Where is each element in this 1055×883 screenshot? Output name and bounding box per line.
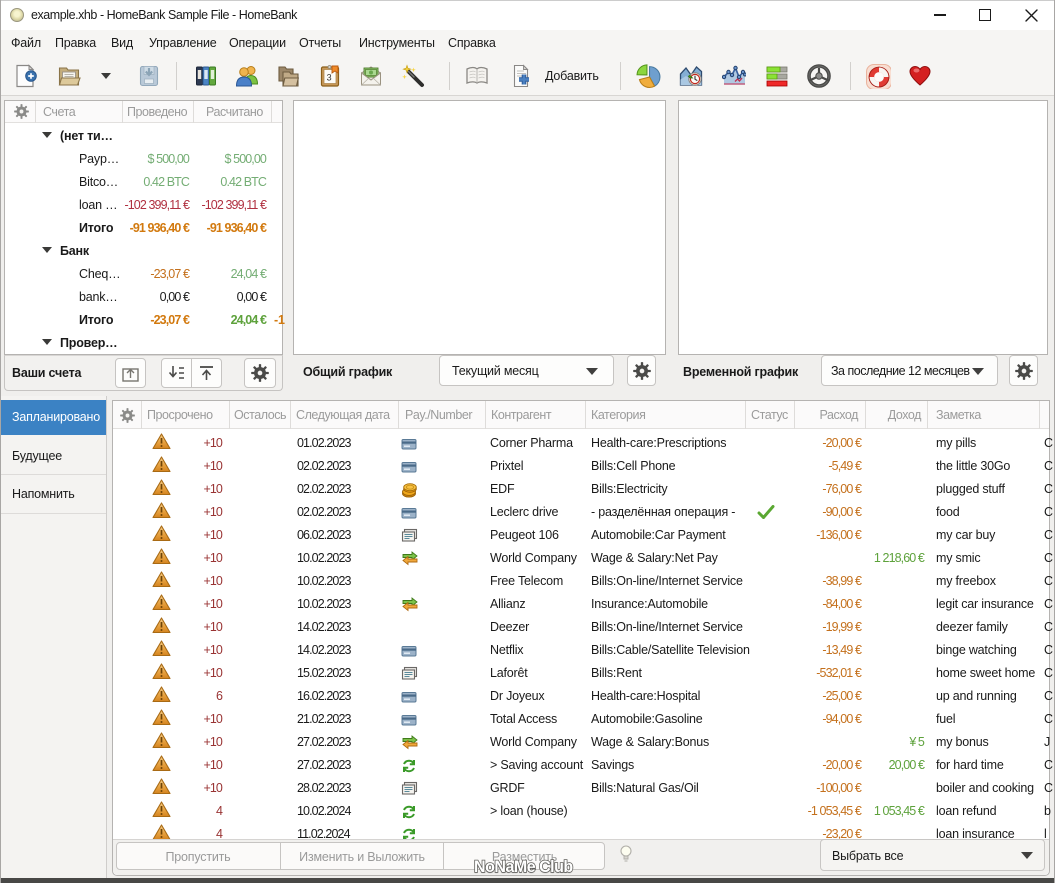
svg-text:3: 3 [327, 73, 332, 83]
